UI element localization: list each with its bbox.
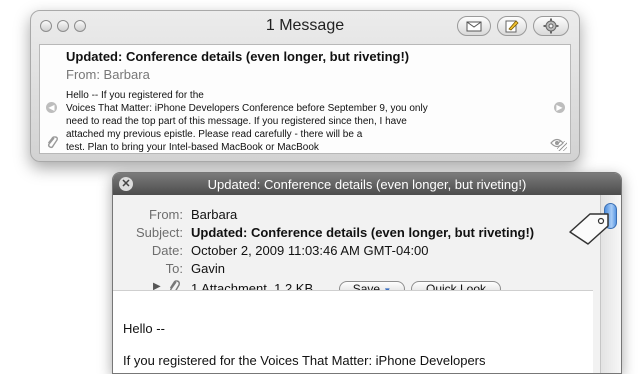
next-message-button[interactable]: ▶: [554, 102, 565, 113]
subject-value: Updated: Conference details (even longer…: [191, 225, 535, 240]
widget-message-preview[interactable]: Updated: Conference details (even longer…: [39, 44, 571, 154]
to-label: To:: [165, 261, 183, 276]
message-body[interactable]: Hello -- If you registered for the Voice…: [113, 291, 593, 373]
subject-label: Subject:: [136, 225, 183, 240]
chevron-left-icon: ◀: [48, 103, 55, 112]
chevron-right-icon: ▶: [556, 103, 563, 112]
get-mail-button[interactable]: [457, 16, 491, 36]
viewer-title: Updated: Conference details (even longer…: [207, 177, 527, 192]
previous-message-button[interactable]: ◀: [46, 102, 57, 113]
viewer-titlebar: ✕ Updated: Conference details (even long…: [113, 173, 621, 195]
compose-button[interactable]: [497, 16, 527, 36]
widget-body-line: Hello -- If you registered for the: [66, 90, 204, 101]
widget-body-line: test. Plan to bring your Intel-based Mac…: [66, 142, 319, 153]
resize-grip[interactable]: [557, 141, 567, 151]
widget-body-line: Voices That Matter: iPhone Developers Co…: [66, 103, 428, 114]
paperclip-icon[interactable]: [46, 135, 58, 149]
widget-subject: Updated: Conference details (even longer…: [66, 49, 410, 64]
widget-body: Hello -- If you registered for the Voice…: [66, 89, 536, 154]
widget-body-line: attached my previous epistle. Please rea…: [66, 129, 363, 140]
message-header: From: Barbara Subject: Updated: Conferen…: [113, 195, 593, 296]
tag-icon[interactable]: [566, 208, 612, 248]
from-label: From:: [149, 207, 183, 222]
date-value: October 2, 2009 11:03:46 AM GMT-04:00: [191, 243, 429, 258]
gear-icon: [543, 18, 559, 34]
message-widget-window: 1 Message Updated: Conference details (e…: [30, 10, 580, 162]
widget-titlebar: 1 Message: [31, 11, 579, 41]
body-line: If you registered for the Voices That Ma…: [123, 353, 486, 368]
to-value[interactable]: Gavin: [191, 261, 225, 276]
date-label: Date:: [151, 243, 183, 258]
settings-button[interactable]: [533, 16, 569, 36]
body-line: Hello --: [123, 321, 165, 336]
from-value[interactable]: Barbara: [191, 207, 237, 222]
widget-from: From: Barbara: [66, 67, 150, 82]
pencil-icon: [505, 20, 519, 33]
message-viewer-window: ✕ Updated: Conference details (even long…: [112, 172, 622, 374]
widget-body-line: need to read the top part of this messag…: [66, 116, 407, 127]
envelope-icon: [466, 21, 482, 32]
